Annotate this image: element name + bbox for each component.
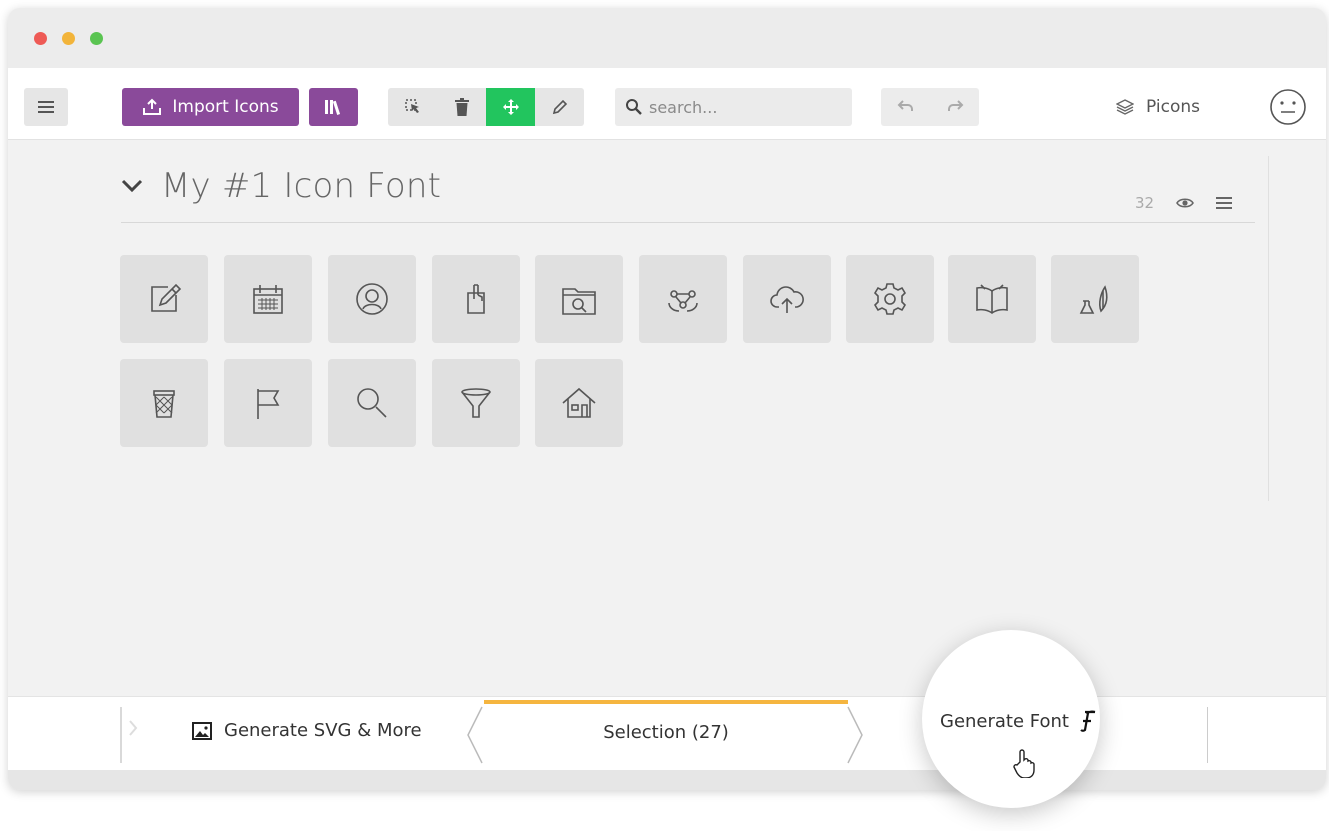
icon-tile-flag[interactable] xyxy=(224,359,312,447)
cloud-upload-icon xyxy=(770,286,804,313)
flag-icon xyxy=(257,389,280,419)
icon-tile-network[interactable] xyxy=(639,255,727,343)
folder-search-icon xyxy=(562,288,596,315)
maximize-window-button[interactable] xyxy=(90,32,103,45)
icon-tile-clipboard[interactable] xyxy=(432,255,520,343)
project-switcher[interactable]: Picons xyxy=(1116,88,1200,126)
smiley-face-icon xyxy=(1270,89,1306,125)
generate-svg-label: Generate SVG & More xyxy=(224,720,422,741)
import-icons-label: Import Icons xyxy=(172,97,279,117)
trash-bin-icon xyxy=(153,390,175,418)
icon-tile-home[interactable] xyxy=(535,359,623,447)
section-meta: 32 xyxy=(1135,194,1233,212)
search-input[interactable] xyxy=(649,97,839,117)
redo-button[interactable] xyxy=(946,98,964,117)
title-bar xyxy=(8,8,1326,68)
generate-font-button[interactable]: Generate Font xyxy=(940,710,1097,732)
icon-tile-folder-search[interactable] xyxy=(535,255,623,343)
open-book-icon xyxy=(976,284,1008,314)
icon-tile-trash[interactable] xyxy=(120,359,208,447)
selection-left-bracket-icon xyxy=(467,706,483,764)
hamburger-icon xyxy=(38,101,54,113)
section-divider xyxy=(121,222,1255,223)
selection-tab[interactable]: Selection (27) xyxy=(484,700,848,764)
hand-cursor-icon xyxy=(1013,749,1035,778)
history-group xyxy=(881,88,979,126)
select-tool-button[interactable] xyxy=(388,88,437,126)
trash-icon xyxy=(454,98,469,116)
calendar-icon xyxy=(253,285,283,314)
search-box[interactable] xyxy=(615,88,852,126)
search-icon xyxy=(626,99,642,115)
eye-icon[interactable] xyxy=(1176,197,1195,209)
import-icons-button[interactable]: Import Icons xyxy=(122,88,299,126)
close-window-button[interactable] xyxy=(34,32,47,45)
icon-tile-search[interactable] xyxy=(328,359,416,447)
delete-tool-button[interactable] xyxy=(437,88,486,126)
image-icon xyxy=(192,721,212,740)
selection-label: Selection (27) xyxy=(603,721,729,743)
pencil-icon xyxy=(552,99,567,115)
magnifier-icon xyxy=(357,388,387,418)
icon-tile-calendar[interactable] xyxy=(224,255,312,343)
collapsed-chevron-icon xyxy=(120,707,138,763)
import-icon xyxy=(143,98,162,115)
user-avatar-button[interactable] xyxy=(1269,88,1307,126)
minimize-window-button[interactable] xyxy=(62,32,75,45)
icon-tile-book[interactable] xyxy=(948,255,1036,343)
font-title[interactable]: My #1 Icon Font xyxy=(161,166,441,206)
funnel-icon xyxy=(461,388,491,418)
project-label: Picons xyxy=(1146,97,1200,117)
section-menu-icon[interactable] xyxy=(1216,197,1233,209)
home-icon xyxy=(562,387,596,418)
selection-right-bracket-icon xyxy=(847,706,863,764)
font-section-header[interactable]: My #1 Icon Font xyxy=(121,166,441,206)
generate-svg-button[interactable]: Generate SVG & More xyxy=(192,720,422,741)
content-divider xyxy=(1268,156,1269,501)
icon-tile-gear[interactable] xyxy=(846,255,934,343)
app-window: Import Icons search... Picons My #1 Icon… xyxy=(8,8,1326,790)
library-button[interactable] xyxy=(309,88,358,126)
icon-tile-flask[interactable] xyxy=(1051,255,1139,343)
bar-divider xyxy=(1207,707,1208,763)
redo-icon xyxy=(947,99,963,111)
chevron-down-icon[interactable] xyxy=(121,179,143,193)
flask-feather-icon xyxy=(1079,285,1108,314)
layers-icon xyxy=(1116,99,1134,115)
undo-button[interactable] xyxy=(897,98,915,117)
icon-tile-funnel[interactable] xyxy=(432,359,520,447)
selection-accent xyxy=(484,700,848,704)
gear-icon xyxy=(873,283,907,315)
font-f-icon xyxy=(1080,710,1096,732)
icon-count: 32 xyxy=(1135,194,1155,212)
edit-icon xyxy=(151,283,182,312)
icon-tile-edit[interactable] xyxy=(120,255,208,343)
main-menu-button[interactable] xyxy=(24,88,68,126)
status-strip xyxy=(8,770,1326,790)
network-icon xyxy=(668,290,698,312)
undo-icon xyxy=(897,99,913,111)
clipboard-touch-icon xyxy=(467,284,485,314)
edit-tool-button[interactable] xyxy=(535,88,584,126)
generate-font-label: Generate Font xyxy=(940,710,1069,732)
toolbar: Import Icons search... Picons xyxy=(8,68,1326,140)
move-icon xyxy=(502,99,519,115)
move-tool-button[interactable] xyxy=(486,88,535,126)
icon-tile-user[interactable] xyxy=(328,255,416,343)
select-pointer-icon xyxy=(404,99,419,113)
edit-tool-group xyxy=(388,88,586,126)
icon-tile-cloud-upload[interactable] xyxy=(743,255,831,343)
user-circle-icon xyxy=(356,283,388,315)
library-icon xyxy=(324,100,340,115)
